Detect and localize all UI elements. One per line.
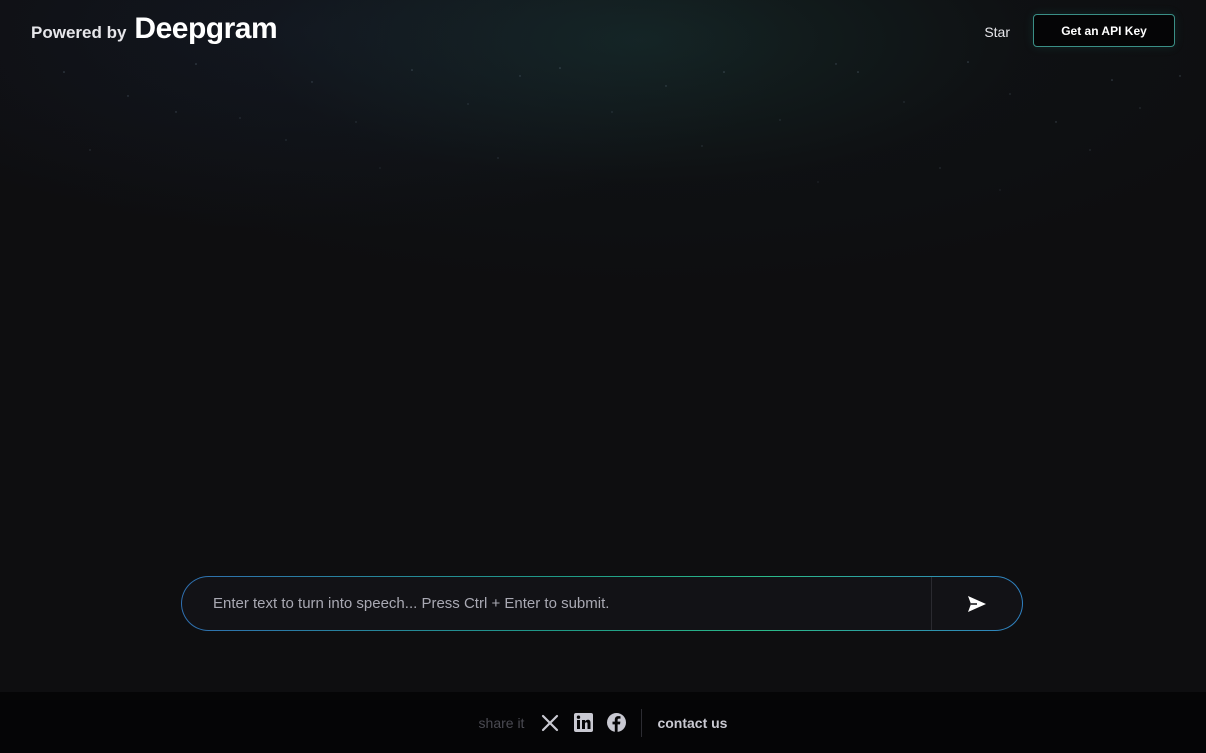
x-icon[interactable] [540,713,560,733]
brand[interactable]: Powered by Deepgram [31,12,278,46]
send-button[interactable] [931,577,1022,630]
send-icon [968,595,986,612]
page: Powered by Deepgram Star Get an API Key … [0,0,1206,753]
footer-content: share it contact us [478,708,727,737]
footer-divider [641,708,643,737]
header: Powered by Deepgram Star Get an API Key [0,0,1206,60]
composer-inner [182,577,1022,630]
get-api-key-button[interactable]: Get an API Key [1033,14,1175,47]
footer: share it contact us [0,692,1206,753]
linkedin-icon[interactable] [573,713,593,733]
brand-prefix: Powered by [31,23,127,42]
star-link[interactable]: Star [984,24,1010,40]
contact-us-link[interactable]: contact us [657,715,727,731]
text-to-speech-input[interactable] [182,577,931,630]
share-label: share it [478,714,525,731]
deepgram-logo: Deepgram [134,12,278,45]
text-to-speech-composer [181,576,1023,631]
facebook-icon[interactable] [606,713,626,733]
